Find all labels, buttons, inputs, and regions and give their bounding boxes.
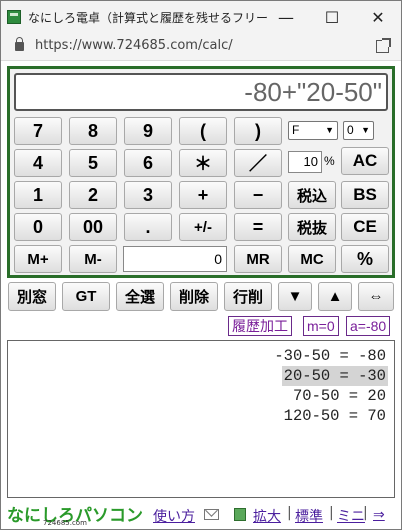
history-edit-link[interactable]: 履歴加工 (228, 316, 292, 336)
separator: | (329, 505, 334, 521)
mini-link[interactable]: ミニ (337, 506, 365, 526)
decimal-select[interactable]: 0 ▼ (343, 121, 374, 140)
key-multiply[interactable]: ＊ (179, 149, 227, 177)
key-open-paren[interactable]: ( (179, 117, 227, 145)
key-close-paren[interactable]: ) (234, 117, 282, 145)
key-backspace[interactable]: BS (341, 181, 389, 209)
key-percent[interactable]: % (341, 245, 389, 273)
close-button[interactable]: ✕ (355, 1, 401, 33)
site-logo-domain: 724685.com (43, 519, 87, 527)
history-textarea[interactable]: -30-50 = -80 20-50 = -30 70-50 = 20 120-… (7, 340, 395, 498)
next-arrow-link[interactable]: ⇒ (373, 506, 385, 523)
move-down-button[interactable]: ▼ (278, 282, 312, 311)
enlarge-link[interactable]: 拡大 (253, 506, 281, 526)
key-3[interactable]: 3 (124, 181, 172, 209)
title-bar: なにしろ電卓（計算式と履歴を残せるフリーのウ… — ☐ ✕ (1, 1, 401, 33)
separator: | (287, 505, 292, 521)
answer-value-badge: a=-80 (346, 316, 391, 336)
footer: なにしろパソコン 724685.com 使い方 拡大 | 標準 | ミニ | ⇒ (1, 499, 401, 529)
window-title: なにしろ電卓（計算式と履歴を残せるフリーのウ… (28, 11, 268, 25)
address-bar: https://www.724685.com/calc/ (1, 33, 401, 61)
select-all-button[interactable]: 全選 (116, 282, 164, 311)
calculator-panel: -80+"20-50" 7 8 9 ( ) F ▼ 0 ▼ 4 5 6 ＊ ／ 10… (7, 66, 395, 278)
key-all-clear[interactable]: AC (341, 147, 389, 175)
chevron-down-icon: ▼ (325, 125, 334, 135)
url-text[interactable]: https://www.724685.com/calc/ (35, 38, 233, 53)
key-8[interactable]: 8 (69, 117, 117, 145)
usage-link[interactable]: 使い方 (153, 506, 195, 526)
key-7[interactable]: 7 (14, 117, 62, 145)
lock-icon (15, 37, 24, 51)
key-divide[interactable]: ／ (234, 149, 282, 177)
tax-rate-input[interactable]: 10 (288, 151, 322, 173)
key-equals[interactable]: = (234, 213, 282, 241)
key-memory-plus[interactable]: M+ (14, 245, 62, 273)
swap-button[interactable]: ⇔ (358, 282, 394, 311)
key-2[interactable]: 2 (69, 181, 117, 209)
history-line-selected: 20-50 = -30 (281, 366, 388, 386)
memory-value-badge: m=0 (303, 316, 339, 336)
move-up-button[interactable]: ▲ (318, 282, 352, 311)
key-tax-excluded[interactable]: 税抜 (288, 213, 336, 241)
key-clear-entry[interactable]: CE (341, 213, 389, 241)
history-line: 120-50 = 70 (283, 407, 386, 425)
key-5[interactable]: 5 (69, 149, 117, 177)
key-minus[interactable]: − (234, 181, 282, 209)
open-in-browser-icon[interactable] (376, 38, 391, 53)
history-line: 70-50 = 20 (292, 387, 386, 405)
format-select-value: F (292, 123, 300, 137)
key-9[interactable]: 9 (124, 117, 172, 145)
maximize-button[interactable]: ☐ (309, 1, 355, 33)
format-select[interactable]: F ▼ (288, 121, 338, 140)
decimal-select-value: 0 (347, 123, 354, 137)
key-memory-recall[interactable]: MR (234, 245, 282, 273)
key-0[interactable]: 0 (14, 213, 62, 241)
memory-value-field: 0 (123, 246, 227, 272)
key-plus[interactable]: + (179, 181, 227, 209)
key-00[interactable]: 00 (69, 213, 117, 241)
calculator-display[interactable]: -80+"20-50" (14, 73, 388, 111)
key-decimal-point[interactable]: . (124, 213, 172, 241)
calculator-icon (234, 508, 246, 521)
calculator-app-icon (7, 10, 21, 24)
standard-link[interactable]: 標準 (295, 506, 323, 526)
key-6[interactable]: 6 (124, 149, 172, 177)
key-memory-minus[interactable]: M- (69, 245, 117, 273)
key-4[interactable]: 4 (14, 149, 62, 177)
key-plus-minus[interactable]: +/- (179, 213, 227, 241)
chevron-down-icon: ▼ (361, 125, 370, 135)
grand-total-button[interactable]: GT (62, 282, 110, 311)
minimize-button[interactable]: — (263, 1, 309, 33)
delete-line-button[interactable]: 行削 (224, 282, 272, 311)
key-1[interactable]: 1 (14, 181, 62, 209)
delete-button[interactable]: 削除 (170, 282, 218, 311)
tax-rate-unit: % (324, 154, 335, 168)
mail-icon[interactable] (204, 509, 219, 520)
key-tax-included[interactable]: 税込 (288, 181, 336, 209)
key-memory-clear[interactable]: MC (288, 245, 336, 273)
open-new-window-button[interactable]: 別窓 (8, 282, 56, 311)
separator: | (363, 505, 368, 521)
history-line: -30-50 = -80 (274, 347, 386, 365)
browser-window: なにしろ電卓（計算式と履歴を残せるフリーのウ… — ☐ ✕ https://ww… (0, 0, 402, 530)
